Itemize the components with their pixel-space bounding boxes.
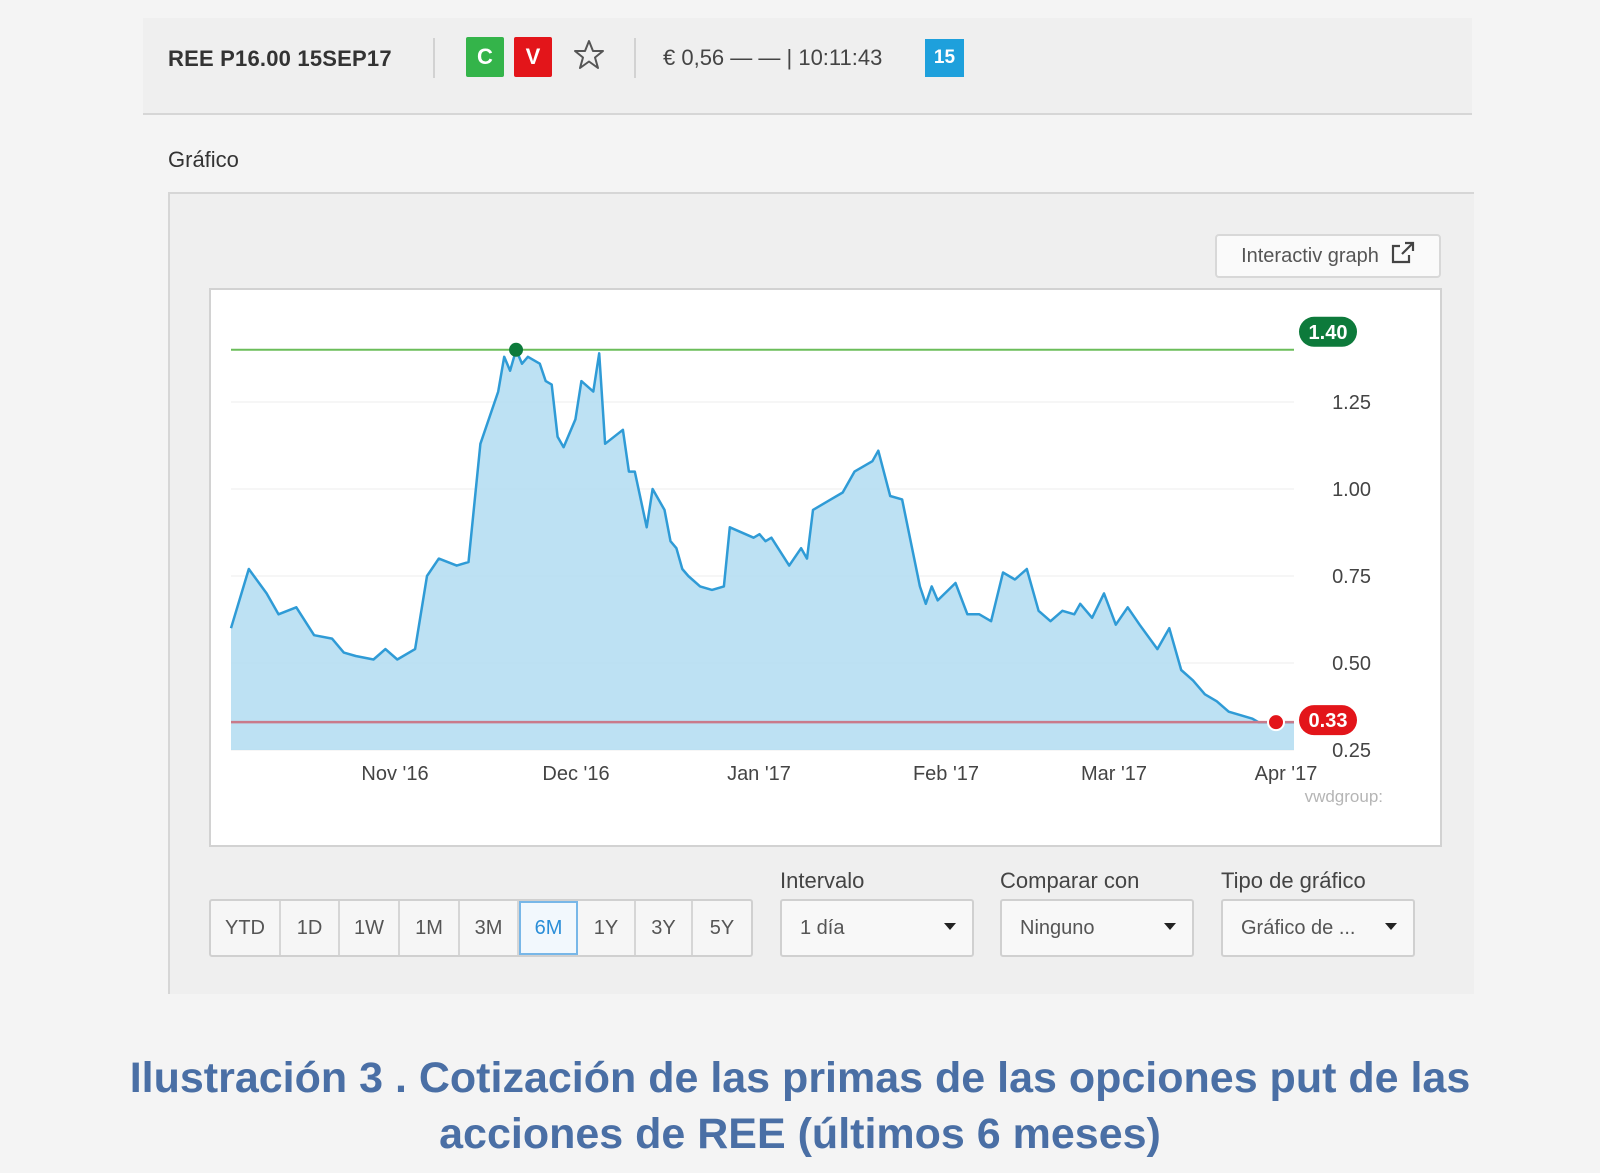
star-outline-icon[interactable] <box>572 38 606 72</box>
low-label: 0.33 <box>1309 710 1348 732</box>
chart-type-select[interactable]: Gráfico de ... <box>1221 899 1415 957</box>
range-ytd-button[interactable]: YTD <box>211 901 281 955</box>
sell-button[interactable]: V <box>514 37 552 77</box>
high-marker <box>509 342 524 357</box>
instrument-name: REE P16.00 15SEP17 <box>168 46 392 71</box>
delay-badge: 15 <box>925 39 964 77</box>
x-tick-label: Jan '17 <box>727 763 791 785</box>
interval-value: 1 día <box>800 916 845 939</box>
range-6m-button[interactable]: 6M <box>519 901 578 955</box>
buy-button[interactable]: C <box>466 37 504 77</box>
chart-frame: 1.25 1.00 0.75 0.50 0.25 1.40 0.33 Nov '16 Dec '… <box>209 288 1442 847</box>
interactive-graph-label: Interactiv graph <box>1241 244 1379 267</box>
quote-text: € 0,56 — — | 10:11:43 <box>663 45 883 70</box>
figure-caption: Ilustración 3 . Cotización de las primas… <box>0 1050 1600 1162</box>
divider <box>634 38 636 78</box>
y-tick-label: 0.75 <box>1332 566 1371 588</box>
price-chart: 1.25 1.00 0.75 0.50 0.25 1.40 0.33 Nov '16 Dec '… <box>229 316 1383 806</box>
series-area <box>231 349 1294 750</box>
x-tick-label: Apr '17 <box>1255 763 1318 785</box>
quote-header: REE P16.00 15SEP17 C V € 0,56 — — | 10:1… <box>143 18 1472 115</box>
compare-select[interactable]: Ninguno <box>1000 899 1194 957</box>
y-tick-label: 1.25 <box>1332 392 1371 414</box>
y-tick-label: 0.25 <box>1332 740 1371 762</box>
x-tick-label: Nov '16 <box>361 763 428 785</box>
low-marker <box>1267 713 1285 732</box>
range-1y-button[interactable]: 1Y <box>578 901 636 955</box>
y-tick-label: 0.50 <box>1332 653 1371 675</box>
chart-type-value: Gráfico de ... <box>1241 916 1356 939</box>
range-1m-button[interactable]: 1M <box>400 901 460 955</box>
interactive-graph-button[interactable]: Interactiv graph <box>1215 234 1441 278</box>
section-title: Gráfico <box>168 147 239 172</box>
vwdgroup-watermark: vwdgroup: <box>1305 787 1383 806</box>
caret-down-icon <box>1385 923 1397 930</box>
x-tick-label: Dec '16 <box>542 763 609 785</box>
range-selector: YTD 1D 1W 1M 3M 6M 1Y 3Y 5Y <box>209 899 753 957</box>
range-3m-button[interactable]: 3M <box>460 901 519 955</box>
y-tick-label: 1.00 <box>1332 479 1371 501</box>
caret-down-icon <box>944 923 956 930</box>
x-tick-label: Feb '17 <box>913 763 979 785</box>
caption-line-2: acciones de REE (últimos 6 meses) <box>439 1110 1161 1158</box>
high-label: 1.40 <box>1309 322 1348 344</box>
range-5y-button[interactable]: 5Y <box>693 901 751 955</box>
interval-select[interactable]: 1 día <box>780 899 974 957</box>
range-3y-button[interactable]: 3Y <box>636 901 693 955</box>
divider <box>433 38 435 78</box>
caption-line-1: Ilustración 3 . Cotización de las primas… <box>129 1054 1471 1102</box>
caret-down-icon <box>1164 923 1176 930</box>
range-1d-button[interactable]: 1D <box>281 901 340 955</box>
compare-label: Comparar con <box>1000 868 1140 893</box>
interval-label: Intervalo <box>780 868 865 893</box>
range-1w-button[interactable]: 1W <box>340 901 400 955</box>
external-link-icon <box>1389 241 1415 271</box>
chart-type-label: Tipo de gráfico <box>1221 868 1366 893</box>
x-tick-label: Mar '17 <box>1081 763 1147 785</box>
compare-value: Ninguno <box>1020 916 1095 939</box>
